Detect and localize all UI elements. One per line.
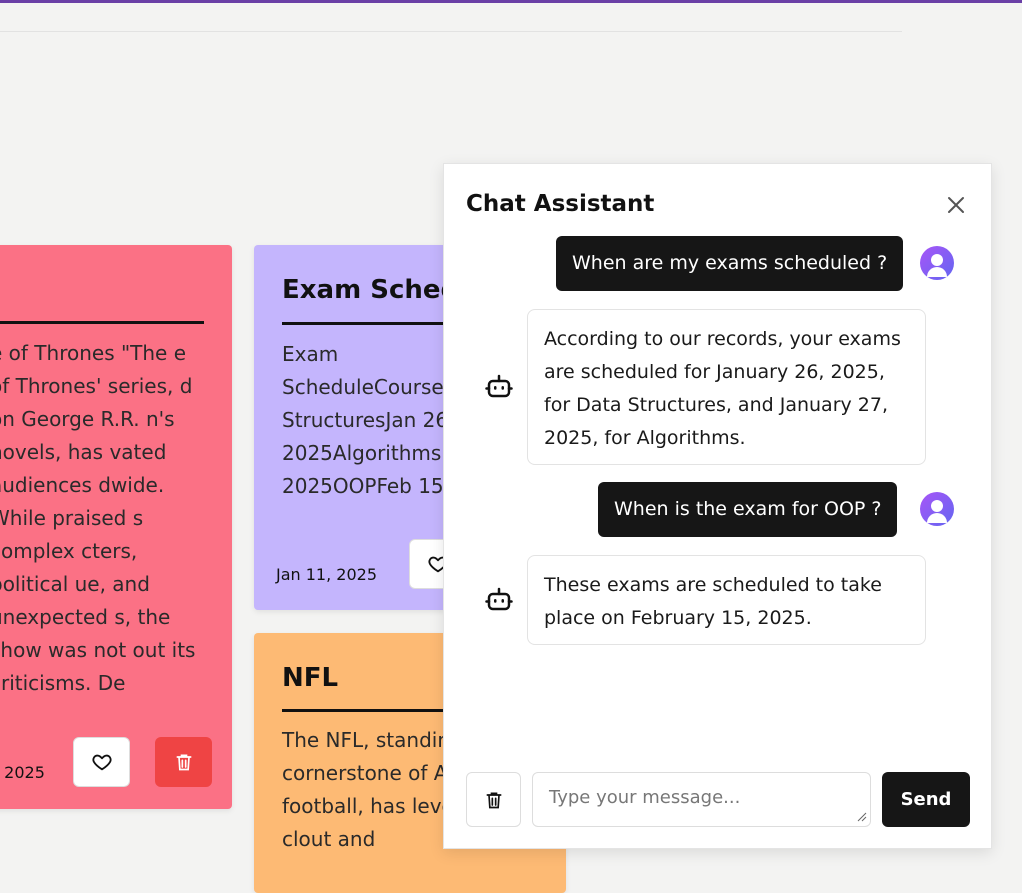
note-title-rule xyxy=(282,322,454,325)
bot-message: These exams are scheduled to take place … xyxy=(527,555,926,645)
note-body: Exam ScheduleCourse StructuresJan 26 202… xyxy=(282,342,449,498)
delete-button[interactable] xyxy=(155,737,212,787)
user-avatar-icon xyxy=(920,246,954,280)
note-title: NFL xyxy=(282,663,339,693)
user-avatar-icon xyxy=(920,492,954,526)
bot-icon xyxy=(485,374,513,398)
header-divider xyxy=(0,31,902,32)
user-message: When is the exam for OOP ? xyxy=(598,482,898,537)
clear-chat-button[interactable] xyxy=(466,772,521,827)
heart-icon xyxy=(91,754,112,771)
top-accent-bar xyxy=(0,0,1022,3)
note-date: , 2025 xyxy=(0,763,45,782)
user-message: When are my exams scheduled ? xyxy=(556,236,904,291)
close-icon[interactable] xyxy=(944,193,968,217)
note-date: Jan 11, 2025 xyxy=(276,565,377,584)
resize-grip-icon[interactable] xyxy=(857,812,867,822)
chat-assistant-panel: Chat Assistant When are my exams schedul… xyxy=(443,163,992,849)
note-title-rule xyxy=(0,321,204,324)
trash-icon xyxy=(176,754,191,771)
message-input[interactable] xyxy=(532,772,871,827)
note-body: e of Thrones "The e of Thrones' series, … xyxy=(0,341,196,695)
note-title: Exam Schedu xyxy=(282,275,454,305)
chat-title: Chat Assistant xyxy=(466,191,655,217)
note-card-got: r e of Thrones "The e of Thrones' series… xyxy=(0,245,232,809)
note-card-exam: Exam Schedu Exam ScheduleCourse Structur… xyxy=(254,245,454,610)
bot-message: According to our records, your exams are… xyxy=(527,309,926,465)
note-body: The NFL, standin cornerstone of A footba… xyxy=(282,728,454,851)
like-button[interactable] xyxy=(73,737,130,787)
trash-icon xyxy=(486,792,501,808)
bot-icon xyxy=(485,587,513,611)
send-button[interactable]: Send xyxy=(882,772,970,827)
